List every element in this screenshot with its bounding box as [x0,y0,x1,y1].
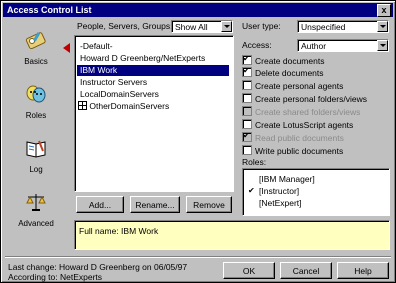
list-item-label: OtherDomainServers [89,101,170,111]
nav-item-roles[interactable]: Roles [5,83,67,120]
checkbox-label: Create personal folders/views [255,94,367,104]
close-button[interactable]: x [377,4,391,17]
divider [5,256,391,258]
acl-dialog: Access Control List x Basics Roles Log A… [0,0,396,283]
checkbox-label: Create LotusScript agents [255,120,354,130]
people-list[interactable]: -Default- Howard D Greenberg/NetExperts … [74,35,234,192]
checkbox-box[interactable] [242,65,252,77]
nav-label-advanced: Advanced [18,219,54,228]
list-item[interactable]: -Default- [77,41,116,52]
checkbox-create-personal-agents[interactable]: Create personal agents [242,80,343,91]
roles-label: Roles: [242,157,267,167]
roles-list[interactable]: [IBM Manager] ✔ [Instructor] [NetExpert] [242,168,390,216]
book-icon [26,140,46,158]
checkbox-label: Delete documents [255,68,324,78]
nav-label-basics: Basics [24,57,48,66]
cancel-button[interactable]: Cancel [280,262,332,279]
user-type-label: User type: [242,21,281,31]
checkbox-label: Create documents [255,56,325,66]
list-item-selected[interactable]: IBM Work [77,65,229,76]
nav-label-log: Log [29,165,43,174]
role-item[interactable]: [IBM Manager] [259,174,315,185]
checkbox-box[interactable] [242,93,252,103]
nav-item-advanced[interactable]: Advanced [5,191,67,228]
checkbox-box [242,106,252,116]
checkbox-box [242,130,252,142]
active-marker [63,43,70,53]
key-icon [25,32,46,50]
title-bar[interactable]: Access Control List x [3,3,393,17]
role-item[interactable]: [NetExpert] [259,198,302,209]
remove-button[interactable]: Remove [186,196,232,213]
checkbox-write-public-documents[interactable]: Write public documents [242,145,343,156]
access-value: Author [301,41,327,51]
chevron-down-icon[interactable] [221,21,232,32]
nav-pane: Basics Roles Log Advanced [5,21,70,257]
checkbox-label: Read public documents [255,133,344,143]
people-filter-select[interactable]: Show All [171,20,233,33]
full-name-panel: Full name: IBM Work [74,220,390,250]
list-item[interactable]: LocalDomainServers [77,89,162,100]
checkbox-box[interactable] [242,53,252,65]
according-to-text: According to: NetExperts [8,272,103,282]
checkbox-box[interactable] [242,119,252,129]
checkbox-delete-documents[interactable]: Delete documents [242,65,324,78]
role-item[interactable]: [Instructor] [259,186,299,197]
checkbox-label: Create shared folders/views [255,107,361,117]
rename-button[interactable]: Rename... [130,196,180,213]
chevron-down-icon[interactable] [377,40,388,51]
access-label: Access: [242,40,272,50]
checkbox-read-public-documents: Read public documents [242,130,344,143]
checkbox-create-shared-folders: Create shared folders/views [242,106,360,117]
window-title: Access Control List [7,5,92,15]
checkbox-label: Create personal agents [255,81,344,91]
checkbox-create-documents[interactable]: Create documents [242,53,325,66]
access-select[interactable]: Author [297,39,389,52]
masks-icon [26,85,46,103]
checkbox-box[interactable] [242,80,252,90]
last-change-text: Last change: Howard D Greenberg on 06/05… [8,262,188,272]
help-button[interactable]: Help [337,262,389,279]
user-type-value: Unspecified [301,22,346,32]
add-button[interactable]: Add... [76,196,124,213]
people-filter-value: Show All [175,22,208,32]
chevron-down-icon[interactable] [377,21,388,32]
checkbox-create-lotusscript-agents[interactable]: Create LotusScript agents [242,119,353,130]
people-label: People, Servers, Groups: [77,21,173,31]
nav-item-log[interactable]: Log [5,137,67,174]
list-item[interactable]: Instructor Servers [77,77,150,88]
checkbox-create-personal-folders[interactable]: Create personal folders/views [242,93,367,104]
nav-item-basics[interactable]: Basics [5,29,67,66]
scales-icon [26,194,46,211]
server-group-icon [78,101,87,110]
list-item[interactable]: Howard D Greenberg/NetExperts [77,53,208,64]
checkbox-label: Write public documents [255,146,344,156]
nav-label-roles: Roles [25,111,47,120]
checkbox-box[interactable] [242,145,252,155]
check-icon: ✔ [248,186,255,195]
ok-button[interactable]: OK [223,262,275,279]
list-item-group[interactable]: OtherDomainServers [75,101,172,112]
user-type-select[interactable]: Unspecified [297,20,389,33]
